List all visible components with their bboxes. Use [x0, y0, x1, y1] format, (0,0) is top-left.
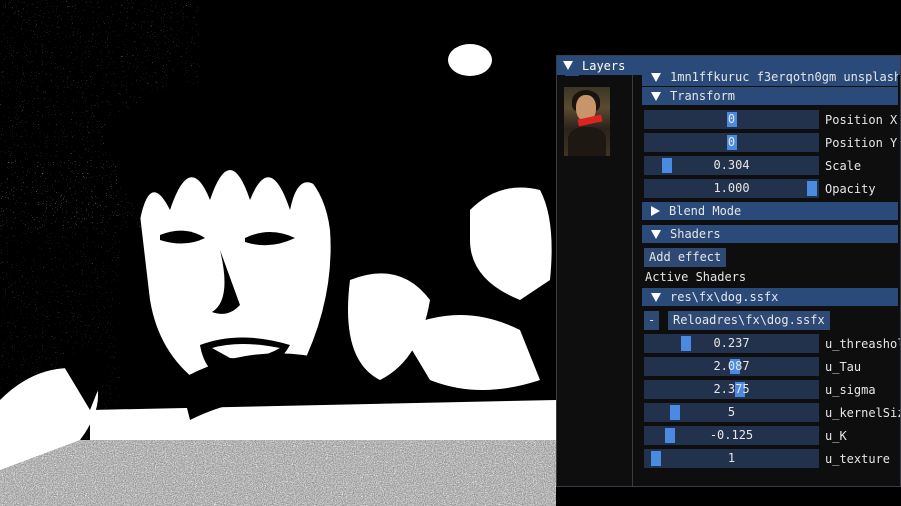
scale-label: Scale — [825, 158, 862, 173]
u-kernelsize-row: 5 u_kernelSiz — [644, 403, 901, 422]
u-k-label: u_K — [825, 428, 847, 443]
shaders-collapse-icon[interactable] — [651, 229, 661, 239]
transform-header[interactable]: Transform — [642, 87, 898, 105]
u-sigma-slider[interactable]: 2.375 — [644, 380, 819, 399]
u-threshold-slider[interactable]: 0.237 — [644, 334, 819, 353]
active-shaders-label: Active Shaders — [645, 270, 747, 284]
slider-grab[interactable] — [670, 405, 681, 420]
layer-header[interactable]: 1mn1ffkuruc f3erqotn0gm unsplash f — [642, 68, 898, 86]
layer-thumbnail[interactable] — [564, 87, 610, 156]
shader-file-label: res\fx\dog.ssfx — [670, 290, 779, 304]
panel-divider — [632, 75, 633, 486]
position-y-slider[interactable]: 0 — [644, 133, 819, 152]
remove-shader-button[interactable]: - — [644, 311, 660, 330]
u-sigma-label: u_sigma — [825, 382, 876, 397]
slider-grab[interactable] — [662, 158, 673, 173]
position-y-label: Position Y — [825, 135, 898, 150]
u-threshold-row: 0.237 u_threashol — [644, 334, 901, 353]
u-texture-slider[interactable]: 1 — [644, 449, 819, 468]
u-tau-slider[interactable]: 2.087 — [644, 357, 819, 376]
layers-window[interactable]: Layers 1mn1ffkuruc f3erqotn0gm unsplash … — [556, 55, 901, 487]
shaders-header-label: Shaders — [670, 227, 721, 241]
u-k-slider[interactable]: -0.125 — [644, 426, 819, 445]
blend-mode-expand-icon[interactable] — [651, 206, 660, 216]
position-x-row: 0 Position X — [644, 110, 897, 129]
opacity-slider[interactable]: 1.000 — [644, 179, 819, 198]
collapse-window-icon[interactable] — [563, 61, 573, 70]
blend-mode-header[interactable]: Blend Mode — [642, 202, 898, 220]
u-texture-row: 1 u_texture — [644, 449, 890, 468]
u-sigma-row: 2.375 u_sigma — [644, 380, 876, 399]
add-effect-button[interactable]: Add effect — [644, 248, 727, 267]
u-kernelsize-slider[interactable]: 5 — [644, 403, 819, 422]
scale-row: 0.304 Scale — [644, 156, 861, 175]
layers-window-title: Layers — [582, 58, 626, 73]
position-x-slider[interactable]: 0 — [644, 110, 819, 129]
u-tau-label: u_Tau — [825, 359, 862, 374]
blend-mode-label: Blend Mode — [669, 204, 742, 218]
u-kernelsize-label: u_kernelSiz — [825, 405, 901, 420]
reload-shader-button[interactable]: Reloadres\fx\dog.ssfx — [668, 311, 830, 330]
u-k-row: -0.125 u_K — [644, 426, 847, 445]
position-x-label: Position X — [825, 112, 898, 127]
transform-collapse-icon[interactable] — [651, 91, 661, 101]
position-y-row: 0 Position Y — [644, 133, 897, 152]
shaders-header[interactable]: Shaders — [642, 225, 898, 243]
transform-header-label: Transform — [670, 89, 736, 103]
layer-name: 1mn1ffkuruc f3erqotn0gm unsplash f — [670, 70, 898, 84]
shader-file-header[interactable]: res\fx\dog.ssfx — [642, 288, 898, 306]
opacity-row: 1.000 Opacity — [644, 179, 876, 198]
scale-slider[interactable]: 0.304 — [644, 156, 819, 175]
u-tau-row: 2.087 u_Tau — [644, 357, 861, 376]
u-threshold-label: u_threashol — [825, 336, 901, 351]
slider-grab[interactable] — [650, 451, 661, 466]
u-texture-label: u_texture — [825, 451, 891, 466]
window-tab-marker — [565, 70, 579, 76]
slider-grab[interactable] — [807, 181, 817, 196]
opacity-label: Opacity — [825, 181, 876, 196]
slider-grab[interactable] — [665, 428, 676, 443]
slider-grab[interactable] — [681, 336, 692, 351]
shader-collapse-icon[interactable] — [651, 292, 661, 302]
layer-collapse-icon[interactable] — [651, 72, 661, 82]
